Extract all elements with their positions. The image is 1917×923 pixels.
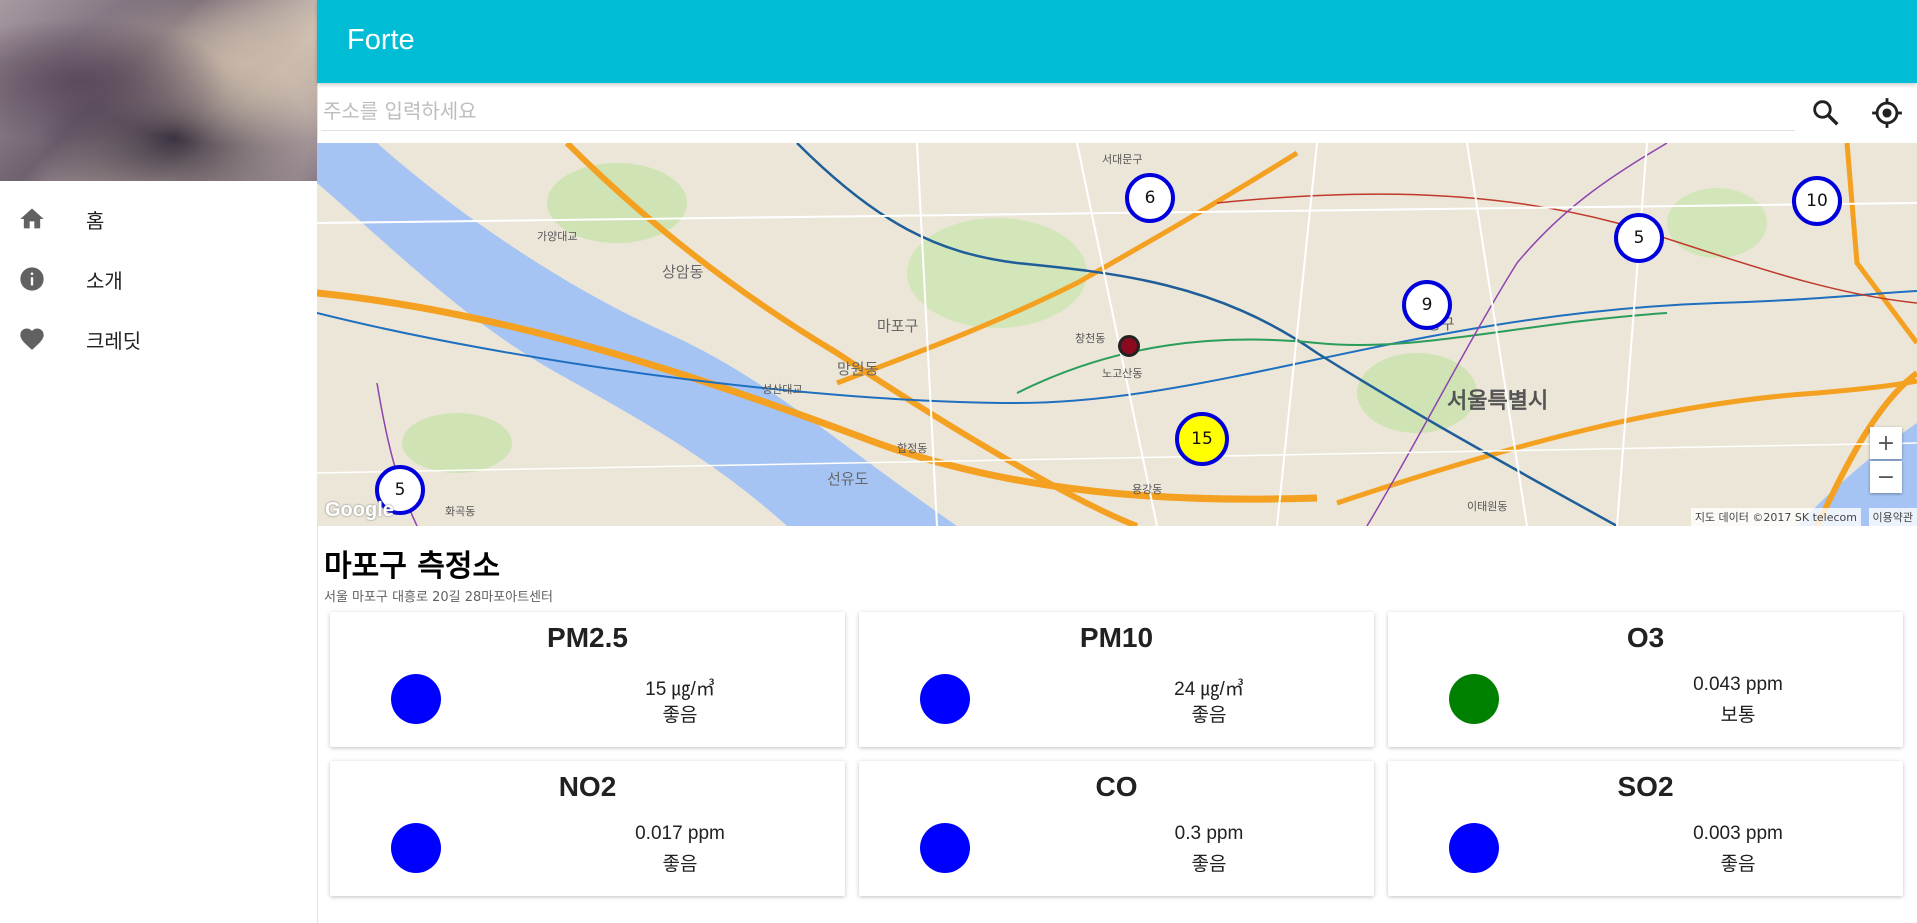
map-label-seodaemun: 서대문구 xyxy=(1102,153,1143,166)
station-name: 마포구 측정소 xyxy=(324,549,501,584)
status-indicator-dot xyxy=(1449,674,1499,724)
drawer-header-image xyxy=(0,0,317,181)
map-label-hwagok: 화곡동 xyxy=(445,505,476,518)
terms-link[interactable]: 이용약관 xyxy=(1868,508,1917,526)
app-title: Forte xyxy=(347,24,415,56)
pm25-card: PM2.5 15 ㎍/㎥ 좋음 xyxy=(330,612,845,747)
pollutant-grade: 좋음 xyxy=(1191,704,1227,726)
cluster-count: 9 xyxy=(1421,295,1433,315)
station-cluster-marker[interactable]: 5 xyxy=(1614,213,1664,263)
zoom-in-button[interactable]: + xyxy=(1870,427,1902,459)
pollutant-value: 24 ㎍/㎥ xyxy=(1174,679,1244,700)
info-icon xyxy=(20,267,44,291)
sidebar-item-home[interactable]: 홈 xyxy=(0,191,317,243)
map-label-itaewon: 이태원동 xyxy=(1467,500,1508,513)
map-label-seoul: 서울특별시 xyxy=(1447,389,1549,414)
no2-card: NO2 0.017 ppm 좋음 xyxy=(330,761,845,896)
map-tiles xyxy=(317,143,1917,526)
status-indicator-dot xyxy=(391,674,441,724)
pollutant-value: 0.3 ppm xyxy=(1174,823,1244,844)
pollutant-grade: 좋음 xyxy=(662,704,698,726)
sidebar-item-credits[interactable]: 크레딧 xyxy=(0,311,317,363)
map-label-hapjeong: 합정동 xyxy=(897,442,928,455)
map-label-yongsan: 용강동 xyxy=(1132,483,1163,496)
map-view[interactable]: 서울특별시 마포구 상암동 망원동 합정동 성산대교 가양대교 서대문구 창천동… xyxy=(317,143,1917,526)
selected-station-marker[interactable] xyxy=(1118,335,1140,357)
o3-card: O3 0.043 ppm 보통 xyxy=(1388,612,1903,747)
status-indicator-dot xyxy=(1449,823,1499,873)
search-icon[interactable] xyxy=(1809,96,1843,130)
pm10-card: PM10 24 ㎍/㎥ 좋음 xyxy=(859,612,1374,747)
pollutant-name: O3 xyxy=(1626,622,1665,653)
google-logo: Google xyxy=(325,499,394,521)
map-label-changcheon: 창천동 xyxy=(1075,332,1106,345)
sidebar-item-label: 크레딧 xyxy=(86,329,142,353)
map-label-mangwon: 망원동 xyxy=(837,360,879,378)
home-icon xyxy=(20,208,44,229)
station-cluster-marker[interactable]: 6 xyxy=(1125,173,1175,223)
pollutant-grade: 좋음 xyxy=(1191,853,1227,875)
pollutant-value: 15 ㎍/㎥ xyxy=(645,679,715,700)
station-cluster-marker-selected[interactable]: 15 xyxy=(1175,412,1229,466)
pollutant-value: 0.017 ppm xyxy=(635,823,725,844)
pollutant-grade: 좋음 xyxy=(1720,853,1756,875)
pollutant-grade: 보통 xyxy=(1720,704,1756,726)
pollutant-name: PM10 xyxy=(1079,622,1154,653)
cluster-count: 6 xyxy=(1144,188,1156,208)
map-label-gayang: 가양대교 xyxy=(537,230,578,243)
zoom-out-button[interactable]: − xyxy=(1870,461,1902,493)
map-attribution: 지도 데이터 ©2017 SK telecom xyxy=(1690,508,1861,526)
sidebar-item-about[interactable]: 소개 xyxy=(0,251,317,303)
sidebar-item-label: 소개 xyxy=(86,269,123,293)
station-cluster-marker[interactable]: 9 xyxy=(1402,280,1452,330)
navigation-drawer: 홈 소개 크레딧 xyxy=(0,0,318,923)
map-label-seonyudo: 선유도 xyxy=(827,470,869,488)
address-search-input[interactable] xyxy=(321,92,1795,131)
heart-icon xyxy=(20,328,44,350)
co-card: CO 0.3 ppm 좋음 xyxy=(859,761,1374,896)
pollutant-value: 0.003 ppm xyxy=(1693,823,1783,844)
zoom-out-label: − xyxy=(1876,464,1896,490)
status-indicator-dot xyxy=(920,823,970,873)
cluster-count: 5 xyxy=(1633,228,1645,248)
pollutant-name: PM2.5 xyxy=(547,622,628,653)
pollutant-name: NO2 xyxy=(558,771,617,802)
zoom-in-label: + xyxy=(1876,430,1896,456)
cluster-count: 15 xyxy=(1191,429,1213,449)
map-label-nogosan: 노고산동 xyxy=(1102,367,1143,380)
cluster-count: 5 xyxy=(394,480,406,500)
cluster-count: 10 xyxy=(1806,191,1828,211)
map-label-seongsan: 성산대교 xyxy=(762,383,803,396)
station-cluster-marker[interactable]: 10 xyxy=(1792,176,1842,226)
sidebar-item-label: 홈 xyxy=(86,209,105,233)
app-bar: Forte xyxy=(317,0,1917,83)
my-location-icon[interactable] xyxy=(1870,96,1904,130)
pollutant-grade: 좋음 xyxy=(662,853,698,875)
map-label-sangam: 상암동 xyxy=(662,263,704,281)
pollutant-name: CO xyxy=(1095,771,1138,802)
pollutant-name: SO2 xyxy=(1617,771,1674,802)
station-address: 서울 마포구 대흥로 20길 28마포아트센터 xyxy=(324,590,554,605)
status-indicator-dot xyxy=(391,823,441,873)
status-indicator-dot xyxy=(920,674,970,724)
so2-card: SO2 0.003 ppm 좋음 xyxy=(1388,761,1903,896)
map-label-mapo: 마포구 xyxy=(877,317,919,335)
pollutant-value: 0.043 ppm xyxy=(1693,674,1783,695)
